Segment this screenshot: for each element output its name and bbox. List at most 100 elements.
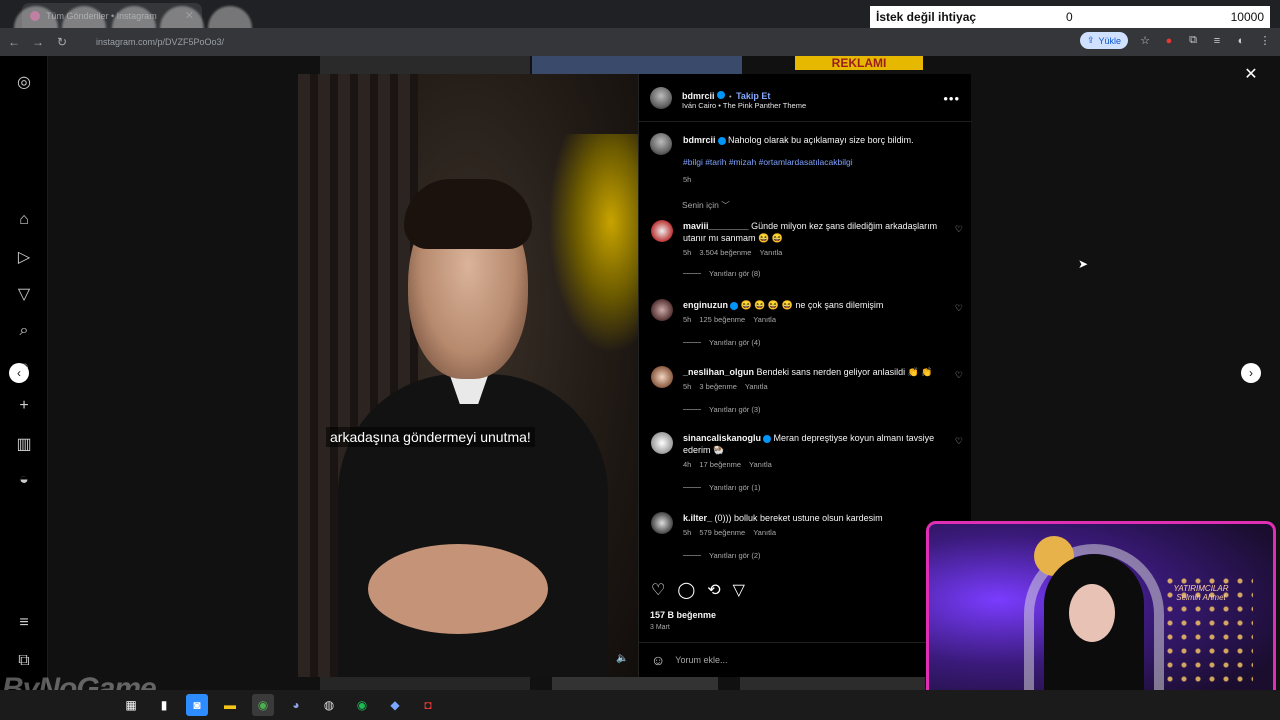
- previous-post-button[interactable]: ‹: [9, 363, 29, 383]
- emoji-icon[interactable]: ☺: [651, 652, 665, 668]
- spotify-icon[interactable]: ◉: [351, 694, 373, 716]
- reply-button[interactable]: Yanıtla: [753, 528, 776, 537]
- media-controls-icon[interactable]: ≡: [1210, 34, 1224, 48]
- comment: k.ilter_ (0))) bolluk bereket ustune ols…: [651, 512, 963, 560]
- file-icon[interactable]: ▮: [153, 694, 175, 716]
- forward-arrow-icon[interactable]: →: [28, 32, 48, 52]
- comment-likes[interactable]: 125 beğenme: [699, 315, 745, 324]
- volume-icon[interactable]: 🔈: [616, 653, 630, 667]
- goal-label: İstek değil ihtiyaç: [876, 10, 977, 24]
- extension-red-icon[interactable]: ●: [1162, 34, 1176, 48]
- video-person-hands: [368, 544, 548, 634]
- view-replies-button[interactable]: Yanıtları gör (1): [709, 483, 761, 492]
- reel-video[interactable]: arkadaşına göndermeyi unutma! 🔈: [298, 74, 638, 677]
- reply-button[interactable]: Yanıtla: [753, 315, 776, 324]
- task-view-icon[interactable]: ▦: [120, 694, 142, 716]
- upload-button[interactable]: ⇪ Yükle: [1079, 32, 1128, 49]
- zoom-app-icon[interactable]: ◙: [186, 694, 208, 716]
- more-options-icon[interactable]: •••: [943, 91, 960, 106]
- extensions-puzzle-icon[interactable]: ⧉: [1186, 34, 1200, 48]
- close-modal-icon[interactable]: ✕: [1242, 66, 1260, 84]
- discord-icon[interactable]: ◕: [285, 694, 307, 716]
- view-replies-button[interactable]: Yanıtları gör (2): [709, 551, 761, 560]
- mouse-cursor-icon: ➤: [1078, 257, 1089, 271]
- apps-icon[interactable]: ⧉: [14, 651, 34, 671]
- profile-icon[interactable]: ◒: [14, 470, 34, 490]
- repost-icon[interactable]: ⟲: [707, 580, 720, 600]
- chrome-icon[interactable]: ◉: [252, 694, 274, 716]
- reply-button[interactable]: Yanıtla: [759, 248, 782, 257]
- commenter-avatar[interactable]: [651, 366, 673, 388]
- messages-icon[interactable]: ▽: [14, 284, 34, 304]
- like-comment-heart-icon[interactable]: ♡: [955, 224, 963, 235]
- feed-background: [740, 676, 925, 690]
- caption-avatar[interactable]: [650, 133, 672, 155]
- like-comment-heart-icon[interactable]: ♡: [955, 436, 963, 447]
- caption-username[interactable]: bdmrcii: [683, 135, 716, 145]
- back-arrow-icon[interactable]: ←: [4, 32, 24, 52]
- comment-sort-dropdown[interactable]: Senin için ﹀: [682, 199, 730, 211]
- caption-text: Naholog olarak bu açıklamayı size borç b…: [728, 135, 914, 145]
- commenter-avatar[interactable]: [651, 432, 673, 454]
- divider: [683, 273, 701, 274]
- create-icon[interactable]: +: [14, 396, 34, 416]
- post-like-count[interactable]: 157 B beğenme: [650, 610, 716, 620]
- comment-username[interactable]: enginuzun: [683, 300, 728, 310]
- commenter-avatar[interactable]: [651, 299, 673, 321]
- feed-background: [552, 676, 718, 690]
- comment-input[interactable]: Yorum ekle...: [675, 655, 727, 665]
- chevron-down-icon: ﹀: [721, 200, 730, 210]
- comment: sinancaliskanoglu Meran depreştiyse koyu…: [651, 432, 963, 492]
- view-replies-button[interactable]: Yanıtları gör (4): [709, 338, 761, 347]
- app-diamond-icon[interactable]: ◆: [384, 694, 406, 716]
- comment: _neslihan_olgun Bendeki sans nerden geli…: [651, 366, 963, 414]
- bookmark-star-icon[interactable]: ☆: [1138, 34, 1152, 48]
- reply-button[interactable]: Yanıtla: [745, 382, 768, 391]
- obs-icon[interactable]: ◍: [318, 694, 340, 716]
- comment-username[interactable]: maviii________: [683, 221, 749, 231]
- caption-time: 5h: [683, 175, 692, 184]
- antivirus-icon[interactable]: ◘: [417, 694, 439, 716]
- author-avatar[interactable]: [650, 87, 672, 109]
- view-replies-button[interactable]: Yanıtları gör (3): [709, 405, 761, 414]
- comment-username[interactable]: k.ilter_: [683, 513, 712, 523]
- file-explorer-icon[interactable]: ▬: [219, 694, 241, 716]
- dashboard-icon[interactable]: ▥: [14, 434, 34, 454]
- reload-icon[interactable]: ↻: [52, 32, 72, 52]
- menu-icon[interactable]: ≡: [14, 613, 34, 633]
- follow-button[interactable]: Takip Et: [736, 91, 770, 101]
- verified-badge-icon: [717, 136, 726, 145]
- comment-likes[interactable]: 17 beğenme: [699, 460, 741, 469]
- reels-icon[interactable]: ▷: [14, 247, 34, 267]
- comment-likes[interactable]: 3 beğenme: [699, 382, 737, 391]
- address-bar[interactable]: instagram.com/p/DVZF5PoOo3/: [96, 32, 596, 52]
- like-heart-icon[interactable]: ♡: [651, 580, 665, 600]
- neon-sign: YATIRIMCILAR Selmin Ahmet: [1173, 584, 1229, 602]
- home-icon[interactable]: ⌂: [14, 210, 34, 230]
- like-comment-heart-icon[interactable]: ♡: [955, 303, 963, 314]
- commenter-avatar[interactable]: [651, 512, 673, 534]
- comment-username[interactable]: sinancaliskanoglu: [683, 433, 761, 443]
- comment-likes[interactable]: 579 beğenme: [699, 528, 745, 537]
- sort-label: Senin için: [682, 200, 719, 210]
- author-username[interactable]: bdmrcii: [682, 91, 715, 101]
- audio-line[interactable]: Iván Cairo • The Pink Panther Theme: [682, 101, 806, 110]
- comment-time: 5h: [683, 382, 692, 391]
- share-send-icon[interactable]: ▽: [733, 580, 745, 600]
- post-panel: bdmrcii • Takip Et Iván Cairo • The Pink…: [638, 74, 972, 677]
- search-icon[interactable]: ⌕: [14, 321, 34, 341]
- browser-menu-icon[interactable]: ⋮: [1258, 34, 1272, 48]
- like-comment-heart-icon[interactable]: ♡: [955, 370, 963, 381]
- commenter-avatar[interactable]: [651, 220, 673, 242]
- caption-hashtags[interactable]: #bilgi #tarih #mizah #ortamlardasatılaca…: [683, 157, 853, 167]
- next-post-button[interactable]: ›: [1241, 363, 1261, 383]
- comment-username[interactable]: _neslihan_olgun: [683, 367, 754, 377]
- comment-bubble-icon[interactable]: ◯: [677, 580, 695, 600]
- profile-avatar-icon[interactable]: ◐: [1234, 34, 1248, 48]
- instagram-logo-icon[interactable]: ◎: [14, 72, 34, 92]
- view-replies-button[interactable]: Yanıtları gör (8): [709, 269, 761, 278]
- audio-title: The Pink Panther Theme: [722, 101, 807, 110]
- reply-button[interactable]: Yanıtla: [749, 460, 772, 469]
- comment-likes[interactable]: 3.504 beğenme: [699, 248, 751, 257]
- goal-current: 0: [1066, 10, 1073, 24]
